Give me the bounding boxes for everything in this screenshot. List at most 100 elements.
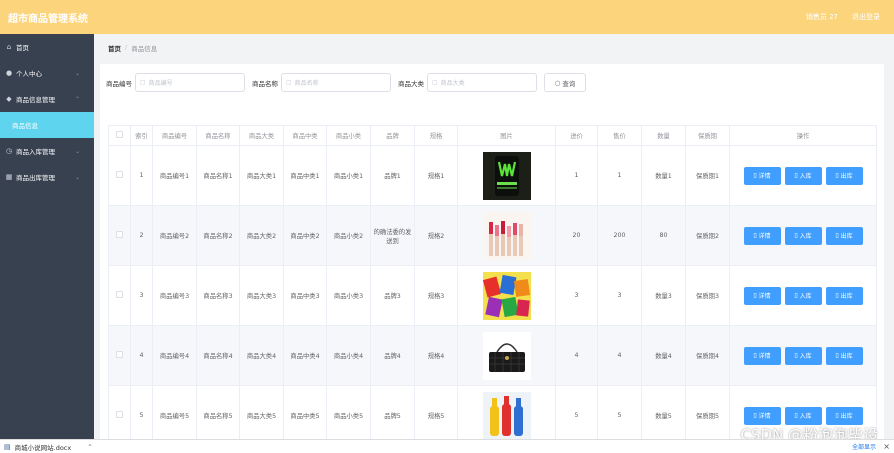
detail-button[interactable]: ▯ 详情 xyxy=(743,406,781,425)
search-icon: ▢ xyxy=(140,79,146,86)
row-select-cell[interactable] xyxy=(108,145,131,206)
cell-price: 4 xyxy=(597,325,642,386)
code-label: 商品编号 xyxy=(106,79,132,88)
category-placeholder: 商品大类 xyxy=(440,80,465,87)
detail-button[interactable]: ▯ 详情 xyxy=(743,226,781,245)
sidebar-item-product-info[interactable]: 商品信息 xyxy=(0,112,94,138)
row-checkbox[interactable] xyxy=(116,351,123,358)
cell-mid-category: 商品中类1 xyxy=(283,145,327,206)
detail-label: 详情 xyxy=(758,413,771,420)
cell-index: 1 xyxy=(130,145,153,206)
file-icon: ▯ xyxy=(835,172,839,179)
sidebar-item-product-management[interactable]: ◆ 商品信息管理 ⌃ xyxy=(0,86,94,112)
logout-link[interactable]: 退出登录 xyxy=(852,12,880,22)
stock-in-label: 入库 xyxy=(799,353,812,360)
cell-name: 商品名称3 xyxy=(196,265,240,326)
stock-out-button[interactable]: ▯ 出库 xyxy=(825,406,863,425)
file-icon: ▯ xyxy=(753,352,757,359)
stock-out-button[interactable]: ▯ 出库 xyxy=(825,226,863,245)
detail-button[interactable]: ▯ 详情 xyxy=(743,346,781,365)
home-icon: ⌂ xyxy=(6,43,12,51)
sidebar-item-home[interactable]: ⌂ 首页 xyxy=(0,34,94,60)
sidebar-item-stock-in[interactable]: ◷ 商品入库管理 ⌄ xyxy=(0,138,94,164)
row-checkbox[interactable] xyxy=(116,411,123,418)
stock-out-label: 出库 xyxy=(840,233,853,240)
cell-spec: 规格2 xyxy=(414,205,458,266)
cell-mid-category: 商品中类4 xyxy=(283,325,327,386)
stock-out-button[interactable]: ▯ 出库 xyxy=(825,166,863,185)
stock-in-button[interactable]: ▯ 入库 xyxy=(784,166,822,185)
column-header: 售价 xyxy=(597,125,642,146)
table-header-row: 索引 商品编号 商品名称 商品大类 商品中类 商品小类 品牌 规格 图片 进价 … xyxy=(108,125,877,146)
cell-quantity: 数量1 xyxy=(641,145,686,206)
cell-code: 商品编号5 xyxy=(152,385,197,446)
download-item[interactable]: ▤ 商城小说网站.docx ⌃ xyxy=(0,442,93,452)
code-placeholder: 商品编号 xyxy=(148,80,173,87)
current-user: 销售员 27 xyxy=(805,13,838,21)
stock-in-button[interactable]: ▯ 入库 xyxy=(784,406,822,425)
product-image-snacks xyxy=(482,271,531,320)
cell-small-category: 商品小类5 xyxy=(326,385,371,446)
row-select-cell[interactable] xyxy=(108,265,131,326)
stock-in-button[interactable]: ▯ 入库 xyxy=(784,286,822,305)
product-image-handbag xyxy=(482,331,531,380)
category-search-input[interactable]: ▢ 商品大类 xyxy=(427,73,537,92)
detail-button[interactable]: ▯ 详情 xyxy=(743,166,781,185)
cell-mid-category: 商品中类3 xyxy=(283,265,327,326)
select-all-checkbox[interactable] xyxy=(116,131,123,138)
select-all-cell[interactable] xyxy=(108,125,131,146)
row-select-cell[interactable] xyxy=(108,205,131,266)
chevron-down-icon: ⌄ xyxy=(74,173,80,181)
close-icon[interactable]: × xyxy=(883,442,890,451)
column-header: 数量 xyxy=(641,125,686,146)
cell-name: 商品名称2 xyxy=(196,205,240,266)
row-select-cell[interactable] xyxy=(108,325,131,386)
stock-in-label: 入库 xyxy=(799,293,812,300)
breadcrumb-separator: / xyxy=(125,43,128,51)
row-checkbox[interactable] xyxy=(116,171,123,178)
stock-out-button[interactable]: ▯ 出库 xyxy=(825,346,863,365)
cell-cost: 20 xyxy=(555,205,598,266)
cell-cost: 3 xyxy=(555,265,598,326)
column-header: 商品中类 xyxy=(283,125,327,146)
chevron-up-icon[interactable]: ⌃ xyxy=(87,443,92,451)
row-checkbox[interactable] xyxy=(116,291,123,298)
cell-shelf-life: 保质期5 xyxy=(685,385,730,446)
code-search-input[interactable]: ▢ 商品编号 xyxy=(135,73,245,92)
row-select-cell[interactable] xyxy=(108,385,131,446)
sidebar-item-label: 个人中心 xyxy=(16,70,42,78)
detail-button[interactable]: ▯ 详情 xyxy=(743,286,781,305)
cell-image xyxy=(457,205,556,266)
breadcrumb: 首页 / 商品信息 xyxy=(108,43,157,53)
cell-spec: 规格1 xyxy=(414,145,458,206)
sidebar-item-label: 商品信息管理 xyxy=(16,96,55,104)
table-row: 4 商品编号4 商品名称4 商品大类4 商品中类4 商品小类4 品牌4 规格4 … xyxy=(108,325,877,386)
file-icon: ▯ xyxy=(794,292,798,299)
cell-price: 1 xyxy=(597,145,642,206)
main-content: 首页 / 商品信息 商品编号 ▢ 商品编号 商品名称 ▢ 商品名称 商品大类 ▢… xyxy=(94,34,894,446)
name-search-input[interactable]: ▢ 商品名称 xyxy=(281,73,391,92)
search-icon: ▢ xyxy=(286,79,292,86)
cell-small-category: 商品小类3 xyxy=(326,265,371,326)
sidebar-item-stock-out[interactable]: ▦ 商品出库管理 ⌄ xyxy=(0,164,94,190)
file-icon: ▯ xyxy=(794,232,798,239)
file-icon: ▯ xyxy=(835,352,839,359)
stock-in-button[interactable]: ▯ 入库 xyxy=(784,346,822,365)
cell-code: 商品编号4 xyxy=(152,325,197,386)
stock-out-label: 出库 xyxy=(840,173,853,180)
sidebar-item-personal-center[interactable]: ● 个人中心 ⌄ xyxy=(0,60,94,86)
cell-name: 商品名称1 xyxy=(196,145,240,206)
stock-in-button[interactable]: ▯ 入库 xyxy=(784,226,822,245)
cell-name: 商品名称4 xyxy=(196,325,240,386)
cell-actions: ▯ 详情 ▯ 入库 ▯ 出库 xyxy=(729,205,877,266)
cell-code: 商品编号1 xyxy=(152,145,197,206)
show-all-link[interactable]: 全部显示 xyxy=(852,442,876,451)
row-checkbox[interactable] xyxy=(116,231,123,238)
top-header-bar: 超市商品管理系统 销售员 27 退出登录 xyxy=(0,0,894,34)
search-icon: ▢ xyxy=(432,79,438,86)
cell-big-category: 商品大类3 xyxy=(239,265,284,326)
sidebar: ⌂ 首页 ● 个人中心 ⌄ ◆ 商品信息管理 ⌃ 商品信息 ◷ 商品入库管理 ⌄… xyxy=(0,34,94,439)
breadcrumb-home[interactable]: 首页 xyxy=(108,43,121,53)
stock-out-button[interactable]: ▯ 出库 xyxy=(825,286,863,305)
query-button[interactable]: ○ 查询 xyxy=(544,73,586,92)
